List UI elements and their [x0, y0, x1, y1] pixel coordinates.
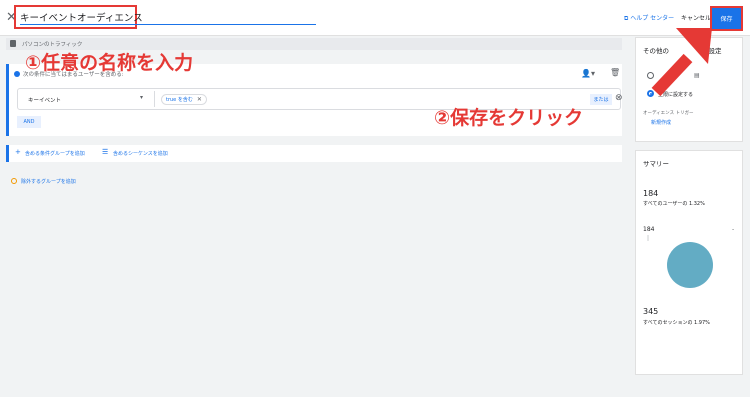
annotation-arrow-icon	[651, 28, 712, 97]
